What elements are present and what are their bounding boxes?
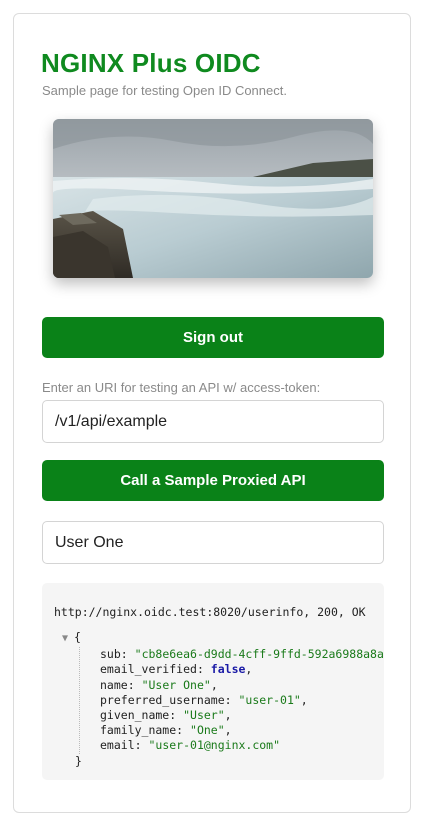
user-name-field[interactable] bbox=[42, 521, 384, 564]
json-body: sub: "cb8e6ea6-d9dd-4cff-9ffd-592a6988a8… bbox=[79, 647, 384, 754]
result-status-line: http://nginx.oidc.test:8020/userinfo, 20… bbox=[54, 605, 366, 619]
page-title: NGINX Plus OIDC bbox=[41, 48, 261, 78]
api-result-panel: http://nginx.oidc.test:8020/userinfo, 20… bbox=[42, 583, 384, 780]
waterfall-landscape-photo bbox=[53, 119, 373, 278]
collapse-triangle-icon[interactable]: ▼ bbox=[62, 631, 74, 646]
json-field: family_name: "One", bbox=[100, 723, 232, 738]
json-open-brace: { bbox=[74, 630, 81, 644]
page-subtitle: Sample page for testing Open ID Connect. bbox=[42, 83, 287, 98]
api-uri-hint: Enter an URI for testing an API w/ acces… bbox=[42, 380, 321, 395]
hero-photo bbox=[53, 119, 373, 278]
json-viewer: ▼{ sub: "cb8e6ea6-d9dd-4cff-9ffd-592a698… bbox=[62, 630, 384, 769]
api-uri-input[interactable] bbox=[42, 400, 384, 443]
json-field: given_name: "User", bbox=[100, 707, 232, 722]
sign-out-button[interactable]: Sign out bbox=[42, 317, 384, 358]
json-field: name: "User One", bbox=[100, 677, 218, 692]
json-close-brace: } bbox=[75, 753, 82, 768]
call-api-button[interactable]: Call a Sample Proxied API bbox=[42, 460, 384, 501]
json-field: email_verified: false, bbox=[100, 662, 253, 677]
json-field: sub: "cb8e6ea6-d9dd-4cff-9ffd-592a6988a8… bbox=[100, 647, 384, 662]
json-field: email: "user-01@nginx.com" bbox=[100, 738, 281, 753]
json-field: preferred_username: "user-01", bbox=[100, 692, 308, 707]
